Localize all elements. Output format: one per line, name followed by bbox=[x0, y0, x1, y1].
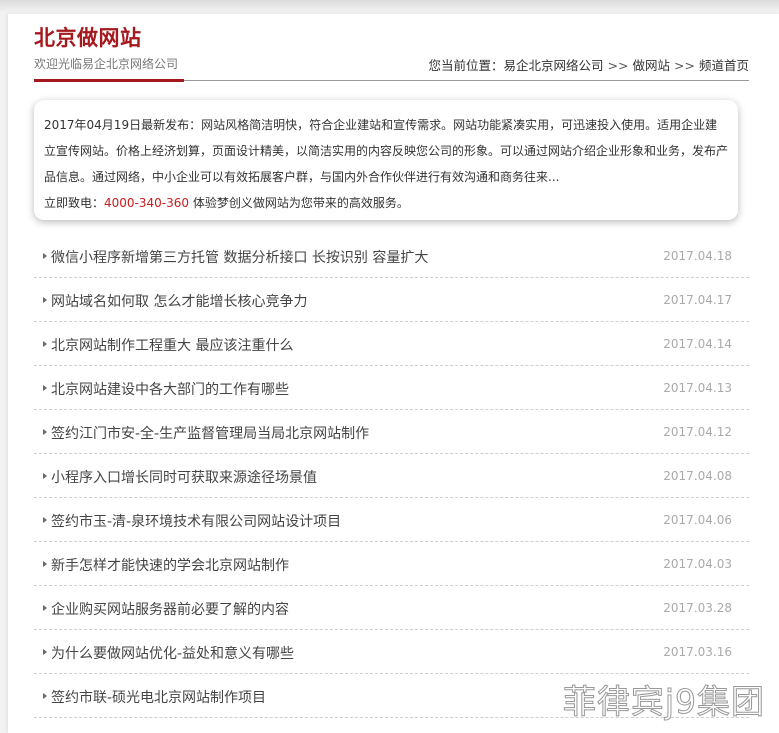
title-underline bbox=[34, 79, 184, 82]
top-shadow bbox=[0, 0, 779, 12]
list-item: 签约市联-硕光电北京网站制作项目 bbox=[34, 675, 749, 718]
call-prefix: 立即致电： bbox=[44, 196, 105, 210]
arrow-right-icon bbox=[43, 429, 47, 435]
arrow-right-icon bbox=[43, 253, 47, 259]
news-title-link[interactable]: 北京网站制作工程重大 最应该注重什么 bbox=[51, 335, 293, 355]
list-item: 小程序入口增长同时可获取来源途径场景值 2017.04.08 bbox=[34, 455, 749, 498]
call-suffix: 体验梦创义做网站为您带来的高效服务。 bbox=[189, 196, 409, 210]
news-title-link[interactable]: 签约江门市安-全-生产监督管理局当局北京网站制作 bbox=[51, 423, 369, 443]
list-item: 网站域名如何取 怎么才能增长核心竞争力 2017.04.17 bbox=[34, 279, 749, 322]
breadcrumb-separator: >> bbox=[607, 58, 629, 73]
breadcrumb-current-link[interactable]: 频道首页 bbox=[699, 58, 749, 73]
news-date: 2017.04.03 bbox=[663, 557, 732, 571]
list-item: 为什么要做网站优化-益处和意义有哪些 2017.03.16 bbox=[34, 631, 749, 674]
arrow-right-icon bbox=[43, 517, 47, 523]
news-list: 微信小程序新增第三方托管 数据分析接口 长按识别 容量扩大 2017.04.18 … bbox=[34, 235, 749, 719]
breadcrumb-prefix: 您当前位置： bbox=[428, 58, 504, 73]
news-title-link[interactable]: 新手怎样才能快速的学会北京网站制作 bbox=[51, 555, 289, 575]
arrow-right-icon bbox=[43, 693, 47, 699]
news-title-link[interactable]: 企业购买网站服务器前必要了解的内容 bbox=[51, 599, 289, 619]
breadcrumb-separator: >> bbox=[674, 58, 695, 73]
list-item: 微信小程序新增第三方托管 数据分析接口 长按识别 容量扩大 2017.04.18 bbox=[34, 235, 749, 278]
news-date: 2017.04.13 bbox=[663, 381, 732, 395]
arrow-right-icon bbox=[43, 561, 47, 567]
list-item: 北京网站制作工程重大 最应该注重什么 2017.04.14 bbox=[34, 323, 749, 366]
news-date: 2017.04.12 bbox=[663, 425, 732, 439]
news-title-link[interactable]: 签约市联-硕光电北京网站制作项目 bbox=[51, 687, 266, 707]
arrow-right-icon bbox=[43, 385, 47, 391]
breadcrumb-section-link[interactable]: 做网站 bbox=[633, 58, 671, 73]
news-title-link[interactable]: 网站域名如何取 怎么才能增长核心竞争力 bbox=[51, 291, 307, 311]
news-date: 2017.04.08 bbox=[663, 469, 732, 483]
page-title: 北京做网站 bbox=[34, 26, 142, 50]
news-date: 2017.04.18 bbox=[663, 249, 732, 263]
news-date: 2017.04.14 bbox=[663, 337, 732, 351]
news-date: 2017.04.06 bbox=[663, 513, 732, 527]
breadcrumb: 您当前位置：易企北京网络公司 >> 做网站 >> 频道首页 bbox=[429, 55, 749, 74]
news-title-link[interactable]: 小程序入口增长同时可获取来源途径场景值 bbox=[51, 467, 317, 487]
arrow-right-icon bbox=[43, 341, 47, 347]
arrow-right-icon bbox=[43, 649, 47, 655]
news-date: 2017.04.17 bbox=[663, 293, 732, 307]
list-item: 北京网站建设中各大部门的工作有哪些 2017.04.13 bbox=[34, 367, 749, 410]
notice-box: 2017年04月19日最新发布：网站风格简洁明快，符合企业建站和宣传需求。网站功… bbox=[34, 100, 738, 220]
notice-text: 2017年04月19日最新发布：网站风格简洁明快，符合企业建站和宣传需求。网站功… bbox=[44, 118, 729, 184]
list-item: 签约江门市安-全-生产监督管理局当局北京网站制作 2017.04.12 bbox=[34, 411, 749, 454]
page-header: 北京做网站 欢迎光临易企北京网络公司 您当前位置：易企北京网络公司 >> 做网站 >>… bbox=[34, 22, 749, 82]
arrow-right-icon bbox=[43, 473, 47, 479]
list-item: 企业购买网站服务器前必要了解的内容 2017.03.28 bbox=[34, 587, 749, 630]
arrow-right-icon bbox=[43, 605, 47, 611]
arrow-right-icon bbox=[43, 297, 47, 303]
news-date: 2017.03.16 bbox=[663, 645, 732, 659]
list-item: 新手怎样才能快速的学会北京网站制作 2017.04.03 bbox=[34, 543, 749, 586]
breadcrumb-home-link[interactable]: 易企北京网络公司 bbox=[504, 58, 604, 73]
news-title-link[interactable]: 微信小程序新增第三方托管 数据分析接口 长按识别 容量扩大 bbox=[51, 247, 428, 267]
news-date: 2017.03.28 bbox=[663, 601, 732, 615]
phone-number: 4000-340-360 bbox=[104, 196, 190, 210]
news-title-link[interactable]: 北京网站建设中各大部门的工作有哪些 bbox=[51, 379, 289, 399]
list-item: 签约市玉-清-泉环境技术有限公司网站设计项目 2017.04.06 bbox=[34, 499, 749, 542]
news-title-link[interactable]: 为什么要做网站优化-益处和意义有哪些 bbox=[51, 643, 294, 663]
page-subtitle: 欢迎光临易企北京网络公司 bbox=[34, 57, 179, 71]
news-title-link[interactable]: 签约市玉-清-泉环境技术有限公司网站设计项目 bbox=[51, 511, 341, 531]
